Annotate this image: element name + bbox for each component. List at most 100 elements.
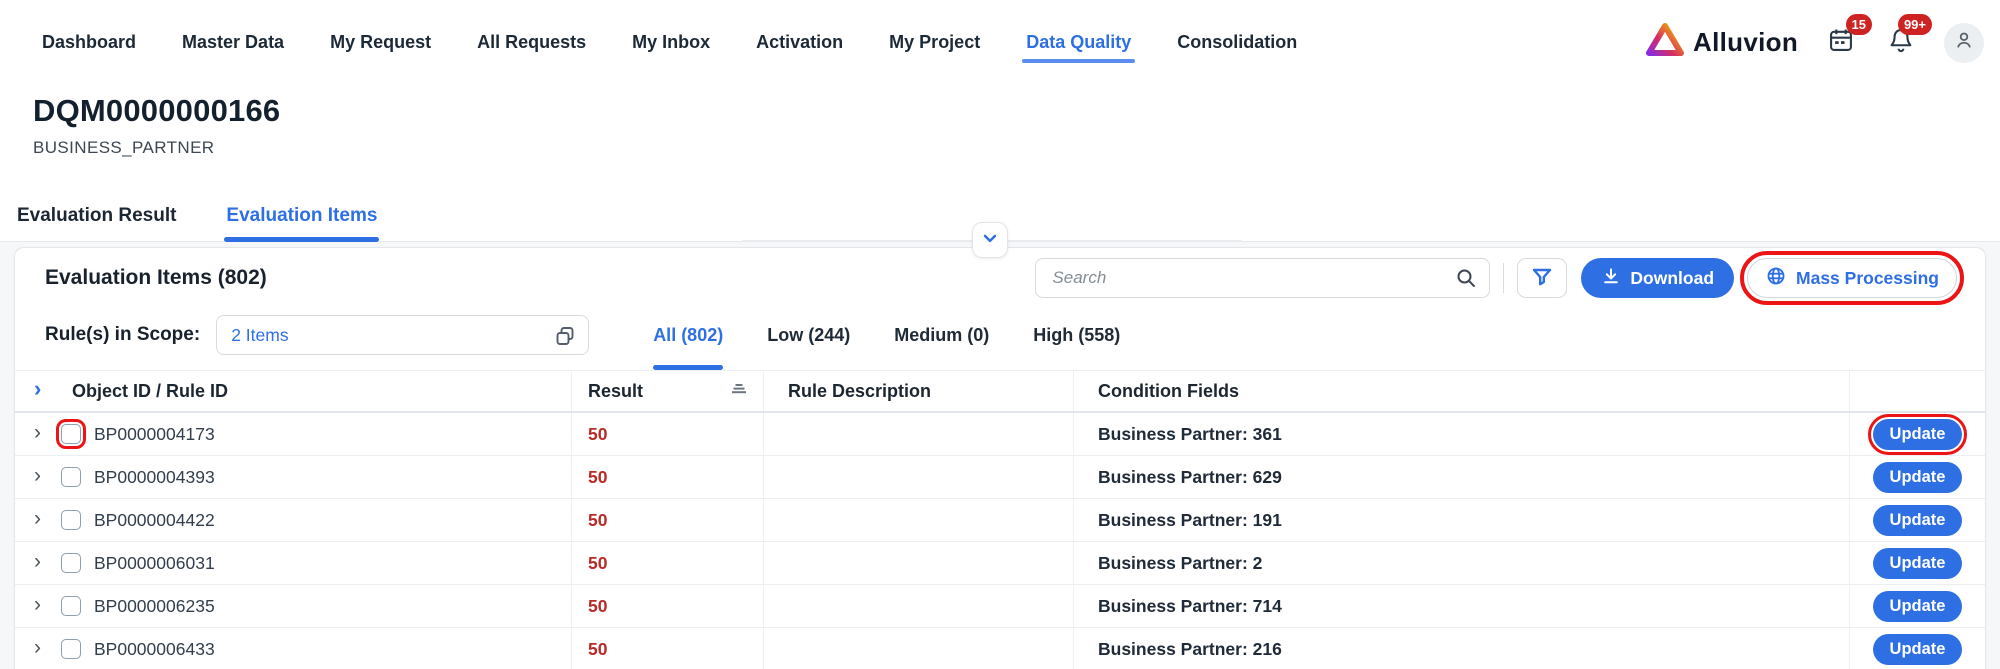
cell-condition-fields: Business Partner: 2 xyxy=(1073,542,1849,584)
cell-object-id: › BP0000006031 xyxy=(15,542,571,584)
row-checkbox[interactable] xyxy=(61,553,81,573)
severity-tabs: All (802) Low (244) Medium (0) High (558… xyxy=(653,300,1120,370)
condition-text: Business Partner: 629 xyxy=(1098,467,1282,488)
nav-my-project[interactable]: My Project xyxy=(887,28,982,63)
search-input[interactable] xyxy=(1035,258,1490,298)
collapse-header-button[interactable] xyxy=(972,222,1008,258)
search-box xyxy=(1035,258,1490,298)
cell-rule-description xyxy=(763,628,1073,669)
nav-activation[interactable]: Activation xyxy=(754,28,845,63)
mass-processing-label: Mass Processing xyxy=(1796,268,1939,289)
column-label-result: Result xyxy=(588,381,643,402)
condition-text: Business Partner: 361 xyxy=(1098,424,1282,445)
tab-evaluation-result[interactable]: Evaluation Result xyxy=(15,205,178,241)
toolbar-divider xyxy=(1503,263,1504,293)
table-row: › BP0000004173 50 Business Partner: 361 … xyxy=(15,413,1985,456)
page-title: DQM0000000166 xyxy=(33,93,2000,129)
table-row: › BP0000006031 50 Business Partner: 2 Up… xyxy=(15,542,1985,585)
expand-all-icon[interactable]: › xyxy=(34,378,48,400)
severity-tab-high[interactable]: High (558) xyxy=(1033,300,1120,370)
notifications-button[interactable]: 99+ xyxy=(1884,26,1918,60)
expand-row-icon[interactable]: › xyxy=(34,465,48,486)
main-nav: Dashboard Master Data My Request All Req… xyxy=(40,28,1299,63)
object-id-text: BP0000004173 xyxy=(94,424,215,445)
cell-action: Update xyxy=(1849,456,1985,498)
alluvion-logo-icon xyxy=(1645,22,1685,63)
column-label-rule-description: Rule Description xyxy=(788,381,931,402)
download-label: Download xyxy=(1630,268,1714,289)
condition-text: Business Partner: 191 xyxy=(1098,510,1282,531)
table-row: › BP0000004422 50 Business Partner: 191 … xyxy=(15,499,1985,542)
filter-icon xyxy=(1530,265,1554,292)
cell-result: 50 xyxy=(571,628,763,669)
sort-icon[interactable] xyxy=(729,379,749,404)
cell-object-id: › BP0000006235 xyxy=(15,585,571,627)
nav-dashboard[interactable]: Dashboard xyxy=(40,28,138,63)
expand-row-icon[interactable]: › xyxy=(34,508,48,529)
rules-in-scope-value: 2 Items xyxy=(231,325,288,346)
expand-row-icon[interactable]: › xyxy=(34,551,48,572)
condition-text: Business Partner: 216 xyxy=(1098,639,1282,660)
cell-rule-description xyxy=(763,585,1073,627)
cell-result: 50 xyxy=(571,456,763,498)
header-condition-fields: Condition Fields xyxy=(1073,371,1849,411)
cell-result: 50 xyxy=(571,585,763,627)
object-id-text: BP0000006235 xyxy=(94,596,215,617)
table-header: › Object ID / Rule ID Result Rule Descri… xyxy=(15,370,1985,413)
row-checkbox[interactable] xyxy=(61,596,81,616)
row-checkbox[interactable] xyxy=(61,639,81,659)
page-subtitle: BUSINESS_PARTNER xyxy=(33,138,2000,158)
severity-tab-low[interactable]: Low (244) xyxy=(767,300,850,370)
update-button[interactable]: Update xyxy=(1873,505,1963,536)
update-button[interactable]: Update xyxy=(1873,462,1963,493)
cell-condition-fields: Business Partner: 361 xyxy=(1073,413,1849,455)
result-value: 50 xyxy=(588,424,607,445)
cell-action: Update xyxy=(1849,413,1985,455)
nav-all-requests[interactable]: All Requests xyxy=(475,28,588,63)
condition-text: Business Partner: 714 xyxy=(1098,596,1282,617)
severity-tab-medium[interactable]: Medium (0) xyxy=(894,300,989,370)
search-icon[interactable] xyxy=(1454,266,1478,295)
person-icon xyxy=(1953,29,1975,56)
cell-object-id: › BP0000004173 xyxy=(15,413,571,455)
mass-processing-button[interactable]: Mass Processing xyxy=(1747,258,1957,298)
expand-row-icon[interactable]: › xyxy=(34,422,48,443)
severity-tab-all[interactable]: All (802) xyxy=(653,300,723,370)
nav-master-data[interactable]: Master Data xyxy=(180,28,286,63)
update-button[interactable]: Update xyxy=(1873,548,1963,579)
result-value: 50 xyxy=(588,596,607,617)
condition-text: Business Partner: 2 xyxy=(1098,553,1262,574)
object-id-text: BP0000006031 xyxy=(94,553,215,574)
cell-action: Update xyxy=(1849,499,1985,541)
object-id-text: BP0000006433 xyxy=(94,639,215,660)
cell-rule-description xyxy=(763,456,1073,498)
download-button[interactable]: Download xyxy=(1581,258,1734,298)
nav-my-inbox[interactable]: My Inbox xyxy=(630,28,712,63)
tab-evaluation-items[interactable]: Evaluation Items xyxy=(224,205,379,241)
row-checkbox[interactable] xyxy=(61,510,81,530)
update-button[interactable]: Update xyxy=(1873,591,1963,622)
result-value: 50 xyxy=(588,553,607,574)
nav-my-request[interactable]: My Request xyxy=(328,28,433,63)
rules-in-scope-label: Rule(s) in Scope: xyxy=(45,324,200,346)
cell-condition-fields: Business Partner: 714 xyxy=(1073,585,1849,627)
rules-in-scope-input[interactable]: 2 Items xyxy=(216,315,589,355)
expand-row-icon[interactable]: › xyxy=(34,637,48,658)
value-help-icon[interactable] xyxy=(553,324,577,353)
row-checkbox[interactable] xyxy=(61,424,81,444)
header-object-id: › Object ID / Rule ID xyxy=(15,371,571,411)
cell-rule-description xyxy=(763,542,1073,584)
nav-data-quality[interactable]: Data Quality xyxy=(1024,28,1133,63)
update-button[interactable]: Update xyxy=(1873,634,1963,665)
user-avatar[interactable] xyxy=(1944,23,1984,63)
update-button[interactable]: Update xyxy=(1873,419,1963,450)
row-checkbox[interactable] xyxy=(61,467,81,487)
filter-button[interactable] xyxy=(1517,258,1567,298)
expand-row-icon[interactable]: › xyxy=(34,594,48,615)
evaluation-items-panel: Evaluation Items (802) xyxy=(14,247,1986,669)
calendar-button[interactable]: 15 xyxy=(1824,26,1858,60)
cell-result: 50 xyxy=(571,542,763,584)
nav-consolidation[interactable]: Consolidation xyxy=(1175,28,1299,63)
top-bar-right: Alluvion 15 99+ xyxy=(1645,22,1984,69)
cell-result: 50 xyxy=(571,413,763,455)
